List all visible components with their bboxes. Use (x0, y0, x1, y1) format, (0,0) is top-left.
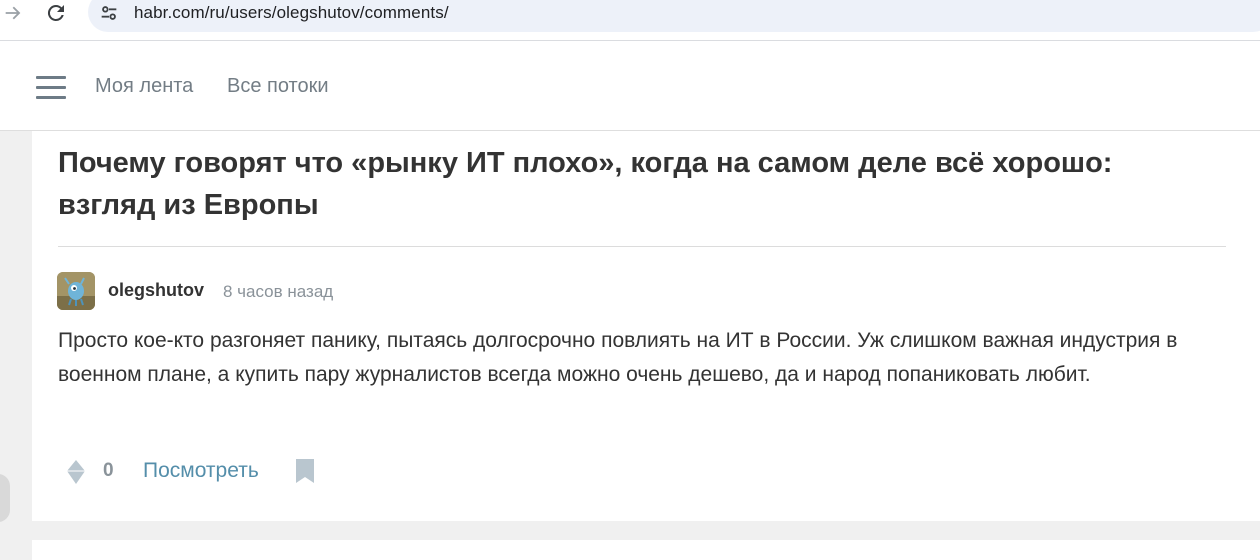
nav-my-feed[interactable]: Моя лента (95, 75, 193, 98)
forward-arrow-icon[interactable] (2, 2, 24, 24)
hamburger-menu-icon[interactable] (36, 76, 66, 99)
comment-time[interactable]: 8 часов назад (223, 282, 333, 302)
avatar[interactable] (57, 272, 95, 310)
post-title[interactable]: Почему говорят что «рынку ИТ плохо», ког… (58, 142, 1208, 226)
side-scroll-button[interactable] (0, 474, 10, 522)
comment-text: Просто кое-кто разгоняет панику, пытаясь… (58, 329, 1178, 386)
vote-count: 0 (103, 460, 114, 481)
url-text[interactable]: habr.com/ru/users/olegshutov/comments/ (134, 3, 449, 23)
divider (58, 246, 1226, 247)
nav-all-streams[interactable]: Все потоки (227, 75, 329, 98)
next-comment-card (32, 540, 1260, 560)
bookmark-icon[interactable] (295, 458, 315, 484)
comment-author[interactable]: olegshutov (108, 280, 204, 301)
view-comment-link[interactable]: Посмотреть (143, 459, 259, 483)
site-settings-icon[interactable] (98, 2, 120, 24)
avatar-creature-icon (57, 272, 95, 310)
vote-icon[interactable] (66, 459, 86, 485)
reload-icon[interactable] (44, 1, 68, 25)
